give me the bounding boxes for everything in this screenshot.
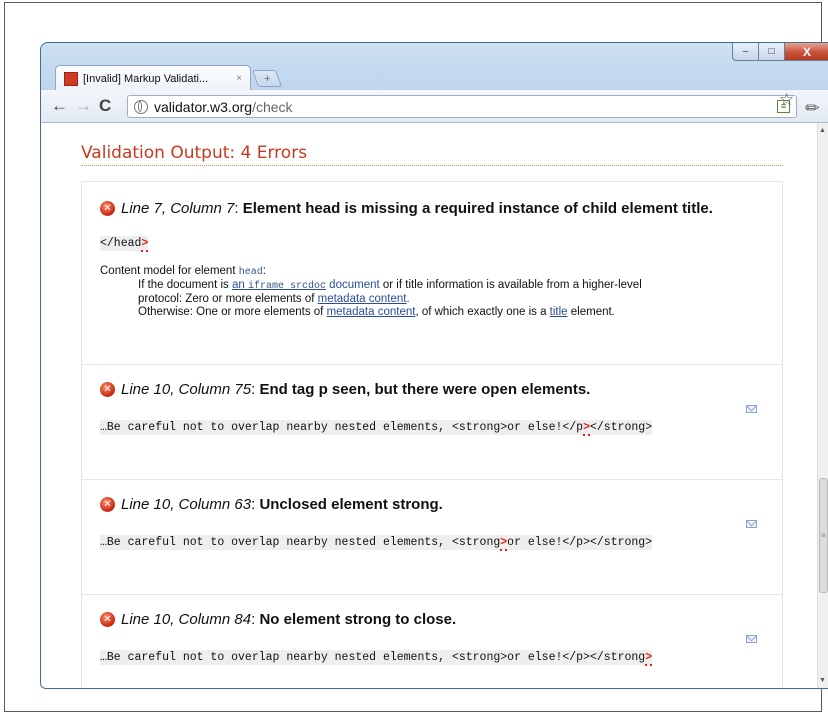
code-error-marker: > <box>141 237 149 252</box>
cm-intro-end: : <box>262 265 266 277</box>
error-location[interactable]: Line 10, Column 84 <box>121 611 251 628</box>
url-host: validator.w3.org <box>154 98 253 115</box>
scroll-down-arrow-icon[interactable]: ▼ <box>819 677 826 684</box>
minimize-button[interactable]: – <box>732 43 759 61</box>
favicon-icon <box>64 71 78 86</box>
code-before: …Be careful not to overlap nearby nested… <box>100 536 501 549</box>
browser-toolbar: ← → C validator.w3.org /check ≡ ☆ ✎ <box>41 90 828 123</box>
error-location[interactable]: Line 10, Column 75 <box>121 381 251 398</box>
error-item: ✕ Line 10, Column 63: Unclosed element s… <box>81 479 783 595</box>
error-location[interactable]: Line 10, Column 63 <box>121 496 251 513</box>
code-error-marker: > <box>583 421 590 436</box>
title-link[interactable]: title <box>550 306 568 318</box>
error-icon: ✕ <box>100 382 115 397</box>
error-item: ✕ Line 7, Column 7: Element head is miss… <box>81 181 783 365</box>
cm-element: head <box>238 267 263 278</box>
window-controls: – □ X <box>732 43 828 61</box>
cm-line3-c: element. <box>567 306 615 318</box>
error-code-extract: …Be careful not to overlap nearby nested… <box>100 535 653 551</box>
error-heading: ✕ Line 10, Column 75: End tag p seen, bu… <box>100 381 590 398</box>
content-model-block: Content model for element head: If the d… <box>100 265 642 319</box>
cm-link-iframe: iframe srcdoc <box>247 281 326 292</box>
mail-icon[interactable] <box>746 635 757 643</box>
browser-window: – □ X [Invalid] Markup Validati... × + ←… <box>40 42 828 689</box>
page-viewport: ▲ ≡ ▼ Validation Output: 4 Errors ✕ Line… <box>41 123 828 688</box>
vertical-scrollbar[interactable]: ▲ ≡ ▼ <box>817 123 828 688</box>
cm-link-an: an <box>231 279 248 291</box>
error-code-extract: …Be careful not to overlap nearby nested… <box>100 650 653 666</box>
error-message: Element head is missing a required insta… <box>242 200 713 217</box>
error-icon: ✕ <box>100 201 115 216</box>
error-icon: ✕ <box>100 612 115 627</box>
error-location[interactable]: Line 7, Column 7 <box>121 200 234 217</box>
new-tab-icon: + <box>263 72 271 85</box>
scroll-grip-icon: ≡ <box>821 531 826 540</box>
error-message: End tag p seen, but there were open elem… <box>259 381 591 398</box>
close-window-button[interactable]: X <box>785 43 828 61</box>
title-divider <box>81 165 783 166</box>
scrollbar-thumb[interactable]: ≡ <box>819 478 828 593</box>
error-heading: ✕ Line 7, Column 7: Element head is miss… <box>100 200 713 217</box>
globe-icon <box>134 99 148 114</box>
iframe-srcdoc-link[interactable]: an iframe srcdoc <box>231 279 326 292</box>
error-message: Unclosed element strong. <box>259 496 443 513</box>
tab-title: [Invalid] Markup Validati... <box>83 72 209 85</box>
metadata-content-link[interactable]: metadata content <box>318 293 407 305</box>
cm-intro: Content model for element <box>100 265 239 277</box>
tab-close-icon[interactable]: × <box>236 73 242 84</box>
cm-line3-b: , of which exactly one is a <box>415 306 550 318</box>
mail-icon[interactable] <box>746 405 757 413</box>
error-code-extract: </head> <box>100 236 149 252</box>
new-tab-button[interactable]: + <box>251 70 283 87</box>
cm-link-document: document <box>325 279 380 291</box>
scroll-up-arrow-icon[interactable]: ▲ <box>819 127 826 134</box>
address-bar[interactable]: validator.w3.org /check ≡ <box>127 95 797 118</box>
error-heading: ✕ Line 10, Column 63: Unclosed element s… <box>100 496 443 513</box>
maximize-button[interactable]: □ <box>759 43 785 61</box>
error-item: ✕ Line 10, Column 75: End tag p seen, bu… <box>81 364 783 480</box>
mail-icon[interactable] <box>746 520 757 528</box>
error-heading: ✕ Line 10, Column 84: No element strong … <box>100 611 456 628</box>
cm-line1-b: or if title information is available fro… <box>379 279 642 291</box>
back-arrow-icon[interactable]: ← <box>51 96 68 116</box>
cm-line3-a: Otherwise: One or more elements of <box>138 306 327 318</box>
code-error-marker: > <box>645 651 653 666</box>
code-before: …Be careful not to overlap nearby nested… <box>100 421 584 434</box>
code-before: …Be careful not to overlap nearby nested… <box>100 651 646 664</box>
url-path: /check <box>252 98 293 115</box>
cm-line1-a: If the document is <box>138 279 232 291</box>
metadata-content-link-2[interactable]: metadata content <box>327 306 416 318</box>
error-code-extract: …Be careful not to overlap nearby nested… <box>100 420 653 436</box>
cm-line2-b: . <box>406 293 410 305</box>
code-after: </strong> <box>590 421 653 434</box>
error-item: ✕ Line 10, Column 84: No element strong … <box>81 594 783 688</box>
reload-icon[interactable]: C <box>99 96 111 116</box>
cm-line2-a: protocol: Zero or more elements of <box>138 293 318 305</box>
error-message: No element strong to close. <box>259 611 457 628</box>
code-before: </head <box>100 237 142 250</box>
page-title: Validation Output: 4 Errors <box>81 143 308 163</box>
browser-tab[interactable]: [Invalid] Markup Validati... × <box>55 65 251 91</box>
forward-arrow-icon[interactable]: → <box>75 96 92 116</box>
error-icon: ✕ <box>100 497 115 512</box>
code-after: or else!</p></strong> <box>507 536 653 549</box>
